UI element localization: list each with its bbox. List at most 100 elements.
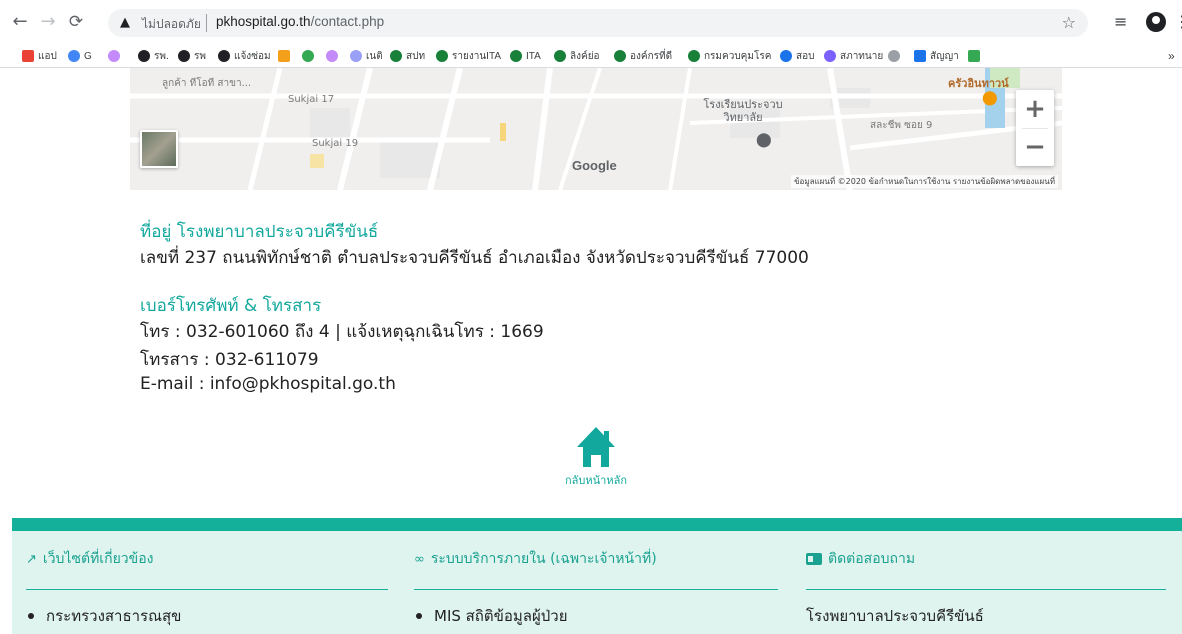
- e-icon: [302, 50, 314, 62]
- bookmark-label: แจ้งซ่อม: [234, 50, 271, 62]
- google-logo: Google: [572, 158, 617, 173]
- bookmark-label: รพ: [194, 50, 206, 62]
- address-bar[interactable]: ▲ ไม่ปลอดภัย pkhospital.go.th/contact.ph…: [108, 9, 1088, 37]
- media-control-icon[interactable]: ≡: [1114, 10, 1127, 34]
- bullet-icon: [416, 613, 422, 619]
- u-icon: [780, 50, 792, 62]
- phone-heading: เบอร์โทรศัพท์ & โทรสาร: [140, 296, 322, 316]
- back-arrow-icon[interactable]: ←: [8, 10, 32, 34]
- profile-avatar-icon[interactable]: [1146, 12, 1166, 32]
- zoom-out-button[interactable]: −: [1016, 128, 1054, 166]
- phone-line: โทร : 032-601060 ถึง 4 | แจ้งเหตุฉุกเฉิน…: [140, 322, 544, 342]
- url-path: /contact.php: [310, 14, 385, 29]
- address-line: เลขที่ 237 ถนนพิทักษ์ชาติ ตำบลประจวบคีรี…: [140, 248, 809, 268]
- moph-icon: [554, 50, 566, 62]
- bookmark-label: ลิงค์ย่อ: [570, 50, 600, 62]
- calendar-icon: [914, 50, 926, 62]
- footer-col3-item-text: โรงพยาบาลประจวบคีรีขันธ์: [806, 607, 984, 625]
- bookmark-label: สภาทนาย: [840, 50, 884, 62]
- forward-arrow-icon[interactable]: →: [36, 10, 60, 34]
- bookmark-item[interactable]: ITA: [510, 48, 541, 64]
- bookmark-label: สปท: [406, 50, 426, 62]
- security-label[interactable]: ไม่ปลอดภัย: [142, 15, 201, 34]
- map-label-sukjai19: Sukjai 19: [312, 138, 359, 149]
- satellite-toggle[interactable]: [140, 130, 178, 168]
- map-attribution[interactable]: ข้อมูลแผนที่ ©2020 ข้อกำหนดในการใช้งาน ร…: [791, 175, 1058, 188]
- home-link[interactable]: กลับหน้าหลัก: [560, 425, 632, 489]
- google-map[interactable]: ลูกค้า ทีโอที สาขา... Sukjai 17 Sukjai 1…: [130, 68, 1062, 190]
- warning-triangle-icon: ▲: [120, 15, 130, 30]
- bookmark-item[interactable]: ลิงค์ย่อ: [554, 48, 600, 64]
- bookmark-item[interactable]: [278, 48, 294, 64]
- footer-col3-title: ติดต่อสอบถาม: [806, 549, 1166, 569]
- link-chain-icon: ∞: [414, 551, 425, 567]
- footer-col-related-sites: ↗ เว็บไซต์ที่เกี่ยวข้อง กระทรวงสาธารณสุข: [26, 549, 388, 628]
- bookmark-item[interactable]: รพ: [178, 48, 206, 64]
- moph-icon: [614, 50, 626, 62]
- url-text[interactable]: pkhospital.go.th/contact.php: [216, 14, 384, 29]
- bookmark-label: สอบ: [796, 50, 815, 62]
- bookmark-item[interactable]: สอบ: [780, 48, 814, 64]
- bookmark-item[interactable]: เนติ: [350, 48, 383, 64]
- box-icon: [278, 50, 290, 62]
- bookmark-label: สัญญา: [930, 50, 959, 62]
- bookmark-item[interactable]: [326, 48, 342, 64]
- footer-col2-item-text: MIS สถิติข้อมูลผู้ป่วย: [434, 607, 568, 625]
- bookmark-label: รายงานITA: [452, 50, 501, 62]
- restaurant-pin-icon: ⬤: [982, 90, 998, 106]
- map-label-sukjai17: Sukjai 17: [288, 94, 335, 105]
- bookmark-item[interactable]: แอป: [22, 48, 57, 64]
- bookmark-item[interactable]: แจ้งซ่อม: [218, 48, 271, 64]
- browser-toolbar: ← → ⟳ ▲ ไม่ปลอดภัย pkhospital.go.th/cont…: [0, 0, 1182, 44]
- school-pin-icon: ⬤: [756, 132, 772, 148]
- footer-top-bar: [12, 518, 1182, 531]
- footer-col1-item[interactable]: กระทรวงสาธารณสุข: [26, 604, 388, 628]
- circle-icon: [350, 50, 362, 62]
- map-label-restaurant: ครัวอินทาวน์: [948, 77, 1009, 90]
- bookmark-item[interactable]: องค์กรที่ดี: [614, 48, 672, 64]
- footer-col1-item-text: กระทรวงสาธารณสุข: [46, 607, 182, 625]
- footer-col-contact: ติดต่อสอบถาม โรงพยาบาลประจวบคีรีขันธ์: [806, 549, 1166, 628]
- bookmark-item[interactable]: [108, 48, 124, 64]
- xcolor-icon: [968, 50, 980, 62]
- bookmark-item[interactable]: [302, 48, 318, 64]
- bullet-icon: [28, 613, 34, 619]
- moph-icon: [510, 50, 522, 62]
- bookmark-item[interactable]: รายงานITA: [436, 48, 501, 64]
- external-link-icon: ↗: [26, 551, 37, 567]
- google-logo-text: Google: [572, 158, 617, 173]
- bookmark-item[interactable]: รพ.: [138, 48, 169, 64]
- bookmark-label: ITA: [526, 50, 541, 62]
- bookmark-label: องค์กรที่ดี: [630, 50, 673, 62]
- globe-icon: [138, 50, 150, 62]
- fax-line: โทรสาร : 032-611079: [140, 350, 319, 370]
- reload-icon[interactable]: ⟳: [64, 10, 88, 34]
- bookmark-star-icon[interactable]: ☆: [1062, 13, 1076, 32]
- bookmark-label: กรมควบคุมโรค: [704, 50, 772, 62]
- footer-col2-rule: [414, 589, 778, 590]
- bookmark-item[interactable]: สปท: [390, 48, 425, 64]
- bookmark-item[interactable]: G: [68, 48, 92, 64]
- apps-grid-icon: [22, 50, 34, 62]
- footer-col1-title-text: เว็บไซต์ที่เกี่ยวข้อง: [42, 551, 154, 567]
- bookmark-item[interactable]: [888, 48, 904, 64]
- zoom-divider: [1022, 128, 1048, 129]
- more-bookmarks-button[interactable]: »: [1168, 48, 1175, 64]
- url-domain: pkhospital.go.th: [216, 14, 311, 29]
- bookmark-item[interactable]: สัญญา: [914, 48, 959, 64]
- menu-kebab-icon[interactable]: ⋮: [1174, 10, 1182, 34]
- contact-section: ที่อยู่ โรงพยาบาลประจวบคีรีขันธ์ เลขที่ …: [140, 218, 809, 402]
- seal-icon: [824, 50, 836, 62]
- bookmark-item[interactable]: [968, 48, 984, 64]
- footer-col2-item[interactable]: MIS สถิติข้อมูลผู้ป่วย: [414, 604, 778, 628]
- home-label[interactable]: กลับหน้าหลัก: [560, 471, 632, 489]
- bookmark-item[interactable]: สภาทนาย: [824, 48, 883, 64]
- globe-icon: [178, 50, 190, 62]
- home-icon: [577, 427, 615, 467]
- zoom-control: + −: [1016, 90, 1054, 166]
- bookmark-label: แอป: [38, 50, 57, 62]
- bookmark-item[interactable]: กรมควบคุมโรค: [688, 48, 771, 64]
- footer-col1-title: ↗ เว็บไซต์ที่เกี่ยวข้อง: [26, 549, 388, 569]
- footer-col2-title-text: ระบบบริการภายใน (เฉพาะเจ้าหน้าที่): [430, 551, 657, 567]
- zoom-in-button[interactable]: +: [1016, 90, 1054, 128]
